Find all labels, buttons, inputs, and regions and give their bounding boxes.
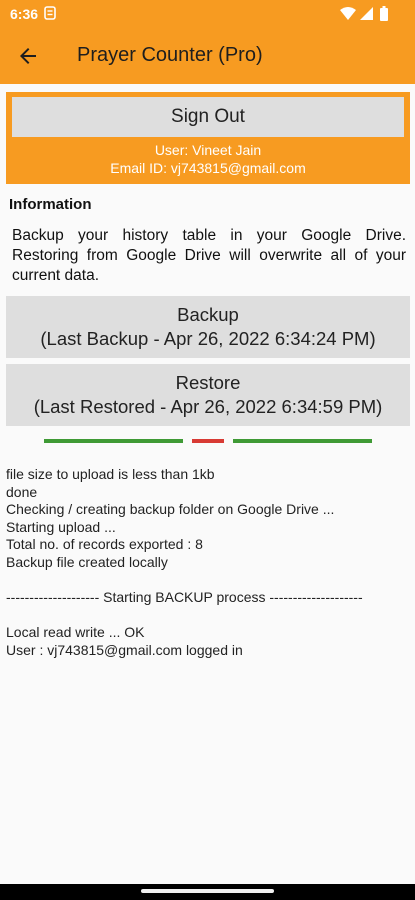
log-line: done (6, 483, 38, 500)
log-line: User : vj743815@gmail.com logged in (6, 641, 243, 658)
log-line: Total no. of records exported : 8 (6, 536, 203, 553)
account-panel: Sign Out User: Vineet Jain Email ID: vj7… (6, 92, 410, 184)
signal-icon (360, 7, 373, 20)
sign-out-button[interactable]: Sign Out (12, 97, 404, 137)
restore-detail: (Last Restored - Apr 26, 2022 6:34:59 PM… (33, 396, 383, 417)
backup-detail: (Last Backup - Apr 26, 2022 6:34:24 PM) (40, 328, 376, 349)
info-heading: Information (9, 196, 92, 213)
backup-label: Backup (177, 304, 239, 325)
backup-button[interactable]: Backup (Last Backup - Apr 26, 2022 6:34:… (6, 296, 410, 358)
progress-bar-right (233, 439, 372, 443)
log-line: Local read write ... OK (6, 624, 145, 641)
sync-icon (44, 6, 56, 20)
log-line: -------------------- Starting BACKUP pro… (6, 589, 363, 606)
status-time: 6:36 (10, 6, 39, 22)
gesture-handle[interactable] (141, 889, 274, 893)
wifi-icon (340, 7, 356, 20)
status-bar: 6:36 (0, 0, 415, 28)
navigation-bar (0, 884, 415, 900)
restore-label: Restore (175, 372, 241, 393)
info-text: Backup your history table in your Google… (12, 227, 406, 284)
log-line: Starting upload ... (6, 518, 116, 535)
arrow-left-icon[interactable] (16, 44, 40, 68)
battery-icon (380, 6, 388, 21)
user-email: Email ID: vj743815@gmail.com (110, 160, 306, 176)
progress-bar-left (44, 439, 183, 443)
restore-button[interactable]: Restore (Last Restored - Apr 26, 2022 6:… (6, 364, 410, 426)
page-title: Prayer Counter (Pro) (77, 44, 263, 66)
log-line: Checking / creating backup folder on Goo… (6, 501, 335, 518)
app-bar: Prayer Counter (Pro) (0, 28, 415, 84)
user-name: User: Vineet Jain (154, 142, 262, 158)
progress-bar-middle (192, 439, 224, 443)
log-line: Backup file created locally (6, 553, 168, 570)
log-output: file size to upload is less than 1kb don… (6, 466, 410, 660)
log-line: file size to upload is less than 1kb (6, 466, 215, 482)
